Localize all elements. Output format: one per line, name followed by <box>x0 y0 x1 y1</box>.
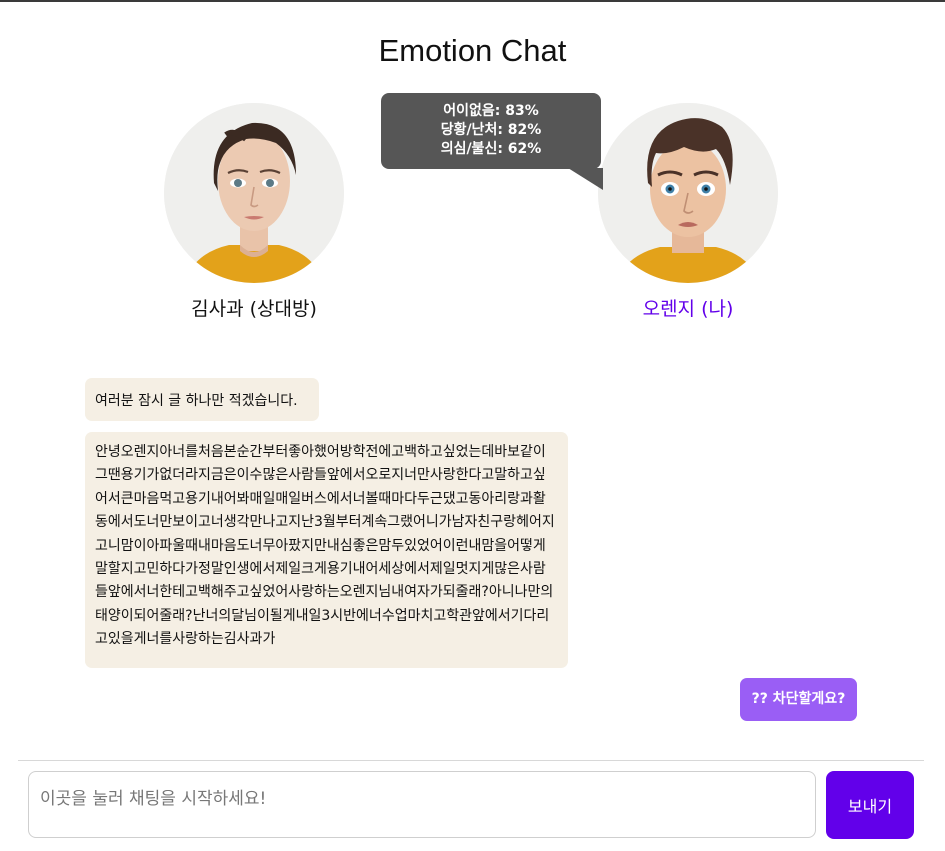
participant-name-other: 김사과 (상대방) <box>191 298 317 320</box>
message-bubble-other[interactable]: 여러분 잠시 글 하나만 적겠습니다. <box>85 378 319 421</box>
message-bubble-me[interactable]: ?? 차단할게요? <box>740 678 857 721</box>
emotion-tooltip: 어이없음: 83% 당황/난처: 82% 의심/불신: 62% <box>381 93 601 169</box>
emotion-line: 어이없음: 83% <box>443 103 539 119</box>
emotion-line: 당황/난처: 82% <box>440 122 542 138</box>
emotion-line: 의심/불신: 62% <box>440 141 542 157</box>
tooltip-pointer <box>568 168 603 190</box>
female-portrait-avatar-icon <box>164 103 344 283</box>
page-title: Emotion Chat <box>378 33 567 68</box>
message-bubble-other[interactable]: 안녕오렌지아너를처음본순간부터좋아했어방학전에고백하고싶었는데바보같이그땐용기가… <box>85 432 568 668</box>
avatar-me <box>598 103 778 283</box>
composer-divider <box>18 760 924 761</box>
participant-name-me: 오렌지 (나) <box>642 298 734 320</box>
chat-input[interactable] <box>28 771 816 838</box>
send-button[interactable]: 보내기 <box>826 771 914 839</box>
male-surprised-portrait-avatar-icon <box>598 103 778 283</box>
top-border <box>0 0 945 2</box>
avatar-other <box>164 103 344 283</box>
